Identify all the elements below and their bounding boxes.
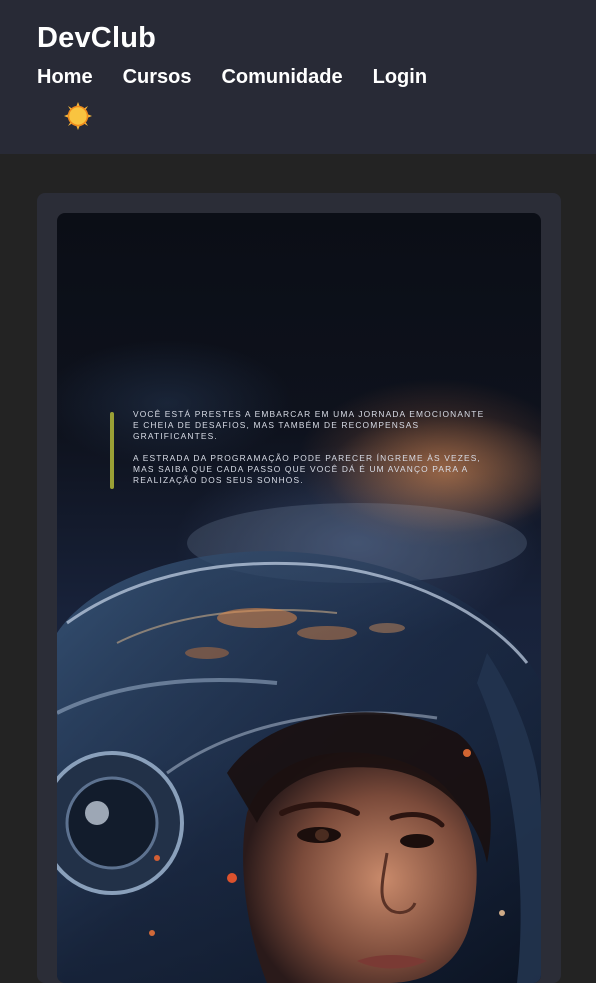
nav-login-link[interactable]: Login	[373, 66, 427, 89]
motivational-quote: Você está prestes a embarcar em uma jorn…	[133, 409, 493, 497]
content-card: Você está prestes a embarcar em uma jorn…	[37, 193, 561, 983]
theme-toggle-button[interactable]	[62, 100, 94, 132]
astronaut-woman-illustration	[57, 413, 541, 983]
quote-paragraph-2: A estrada da programação pode parecer ín…	[133, 453, 481, 485]
nav-cursos-link[interactable]: Cursos	[123, 66, 192, 89]
quote-accent-bar	[110, 412, 114, 489]
top-header: DevClub Home Cursos Comunidade Login	[0, 0, 596, 154]
sun-icon	[64, 102, 92, 130]
main-nav: Home Cursos Comunidade Login	[37, 66, 427, 89]
brand-logo[interactable]: DevClub	[37, 22, 156, 55]
nav-home-link[interactable]: Home	[37, 66, 93, 89]
quote-paragraph-1: Você está prestes a embarcar em uma jorn…	[133, 409, 485, 441]
astronaut-poster: Você está prestes a embarcar em uma jorn…	[57, 213, 541, 983]
nav-comunidade-link[interactable]: Comunidade	[221, 66, 342, 89]
